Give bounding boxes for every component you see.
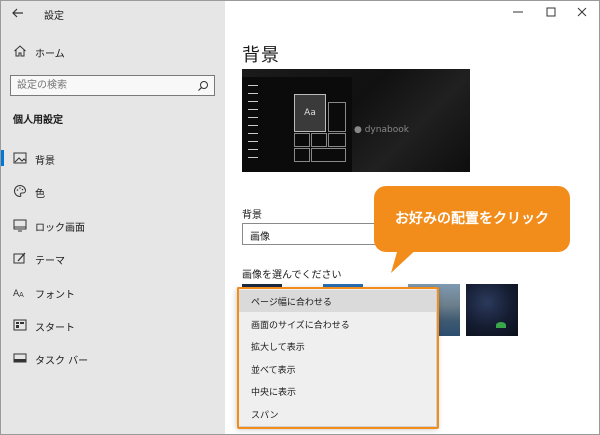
- font-icon: AA: [13, 285, 27, 299]
- sidebar-item-label: 色: [35, 189, 45, 200]
- sidebar-item-label: スタート: [35, 323, 75, 334]
- sidebar-item-label: テーマ: [35, 256, 65, 267]
- app-title: 設定: [44, 11, 64, 22]
- titlebar-left: 設定: [1, 1, 225, 27]
- background-type-value: 画像: [250, 232, 270, 243]
- sidebar-item-label: 背景: [35, 156, 55, 167]
- search-icon[interactable]: [197, 80, 209, 92]
- close-icon[interactable]: [575, 5, 589, 19]
- minimize-icon[interactable]: [511, 5, 525, 19]
- image-thumbnail[interactable]: [466, 284, 518, 336]
- back-arrow-icon[interactable]: [10, 5, 26, 21]
- preview-tile-aa: Aa: [294, 94, 326, 132]
- preview-brand: ● dynabook: [354, 125, 409, 135]
- brand-dot-icon: ●: [354, 125, 365, 135]
- fit-option[interactable]: 並べて表示: [238, 358, 436, 380]
- sidebar-item-label: タスク バー: [35, 356, 89, 367]
- theme-icon: [13, 251, 27, 265]
- fit-option[interactable]: スパン: [238, 403, 436, 425]
- sidebar: 設定 ホーム 個人用設定 背景 色: [1, 1, 225, 434]
- fit-option[interactable]: 拡大して表示: [238, 335, 436, 357]
- background-type-select[interactable]: 画像: [242, 223, 382, 245]
- sidebar-item-theme[interactable]: テーマ: [1, 247, 225, 269]
- svg-text:A: A: [19, 291, 24, 299]
- background-label: 背景: [242, 210, 262, 221]
- settings-window: 設定 ホーム 個人用設定 背景 色: [0, 0, 600, 435]
- sidebar-item-color[interactable]: 色: [1, 180, 225, 202]
- fit-option[interactable]: 画面のサイズに合わせる: [238, 313, 436, 335]
- maximize-icon[interactable]: [544, 5, 558, 19]
- sidebar-item-taskbar[interactable]: タスク バー: [1, 347, 225, 369]
- sidebar-item-lock-screen[interactable]: ロック画面: [1, 214, 225, 236]
- palette-icon: [13, 184, 27, 198]
- taskbar-icon: [13, 351, 27, 365]
- search-input[interactable]: [17, 78, 192, 93]
- fit-options-list: ページ幅に合わせる 画面のサイズに合わせる 拡大して表示 並べて表示 中央に表示…: [237, 287, 437, 427]
- settings-search[interactable]: [10, 75, 215, 96]
- sidebar-item-font[interactable]: AA フォント: [1, 281, 225, 303]
- sidebar-item-label: ロック画面: [35, 223, 85, 234]
- sidebar-home[interactable]: ホーム: [13, 43, 213, 61]
- choose-image-label: 画像を選んでください: [242, 270, 342, 281]
- sidebar-item-start[interactable]: スタート: [1, 314, 225, 336]
- instruction-callout: お好みの配置をクリック: [374, 186, 570, 252]
- background-preview: Aa ● dynabook: [242, 69, 470, 172]
- start-icon: [13, 318, 27, 332]
- picture-icon: [13, 151, 27, 165]
- page-title: 背景: [242, 45, 280, 66]
- lock-screen-icon: [13, 218, 27, 232]
- home-label: ホーム: [35, 49, 65, 60]
- section-title: 個人用設定: [13, 115, 63, 126]
- fit-option[interactable]: 中央に表示: [238, 380, 436, 402]
- sidebar-item-background[interactable]: 背景: [1, 147, 225, 169]
- home-icon: [13, 44, 27, 58]
- sidebar-item-label: フォント: [35, 290, 75, 301]
- fit-option[interactable]: ページ幅に合わせる: [238, 290, 436, 312]
- callout-text: お好みの配置をクリック: [395, 211, 549, 227]
